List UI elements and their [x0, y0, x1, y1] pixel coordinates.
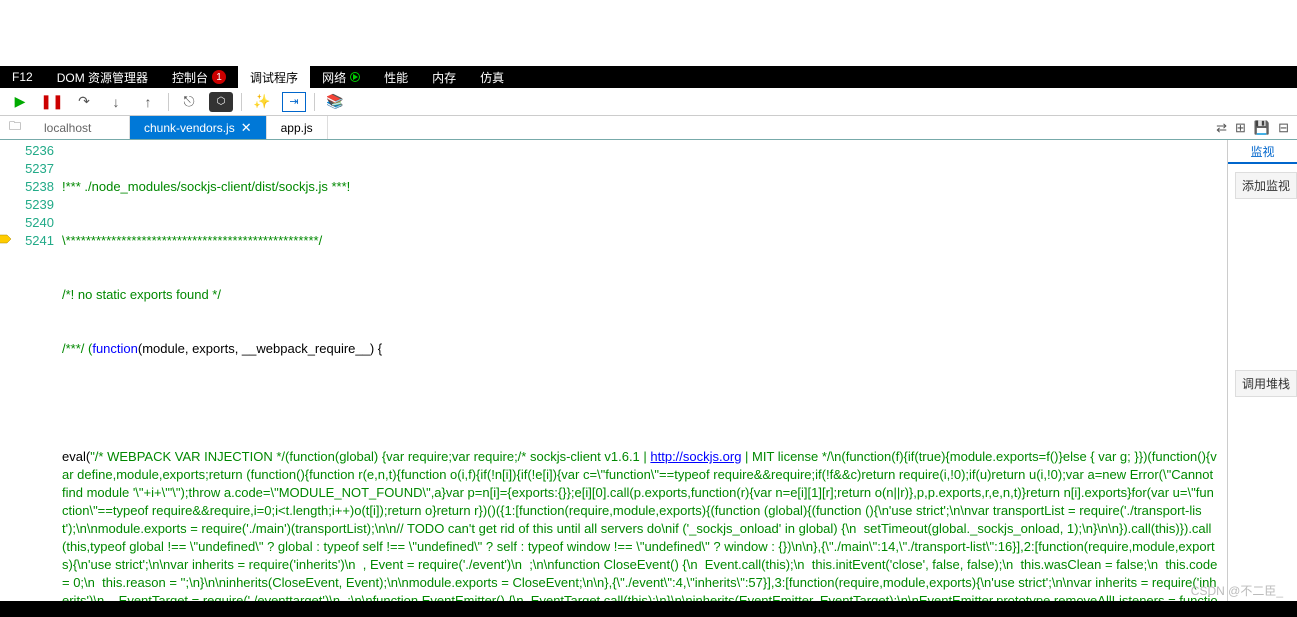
pretty-print-icon[interactable]: ⊞ [1235, 120, 1246, 136]
code-line: /*! no static exports found */ [62, 286, 1219, 304]
file-tab[interactable]: app.js [267, 116, 328, 139]
tab-network-label: 网络 [322, 69, 346, 86]
watch-tab[interactable]: 监视 [1228, 140, 1297, 164]
wand-button[interactable]: ✨ [250, 92, 274, 112]
pause-button[interactable]: ❚❚ [40, 92, 64, 112]
main-area: 523652375238523952405241 !*** ./node_mod… [0, 140, 1297, 601]
library-code-button[interactable]: 📚 [323, 92, 347, 112]
toolbar-separator [314, 93, 315, 111]
step-over-button[interactable]: ↷ [72, 92, 96, 112]
console-error-badge: 1 [212, 70, 226, 84]
file-tab-active[interactable]: chunk-vendors.js ✕ [130, 116, 267, 139]
code-line [62, 394, 1219, 412]
tab-memory[interactable]: 内存 [420, 66, 468, 88]
tab-debugger[interactable]: 调试程序 [238, 66, 310, 88]
break-new-worker-button[interactable]: ⎋ [177, 92, 201, 112]
file-tab-label: chunk-vendors.js [144, 121, 235, 135]
tab-performance[interactable]: 性能 [372, 66, 420, 88]
watermark: CSDN @不二臣_ [1191, 582, 1283, 599]
continue-button[interactable]: ▶ [8, 92, 32, 112]
file-tabs-bar: 🗀 localhost chunk-vendors.js ✕ app.js ⇄ … [0, 116, 1297, 140]
tab-network[interactable]: 网络 [310, 66, 372, 88]
folder-icon[interactable]: 🗀 [0, 116, 30, 139]
code-content[interactable]: !*** ./node_modules/sockjs-client/dist/s… [62, 140, 1227, 601]
settings-icon[interactable]: ⊟ [1278, 120, 1289, 136]
toolbar-separator [241, 93, 242, 111]
current-line-arrow-icon [0, 232, 12, 246]
tab-emulation[interactable]: 仿真 [468, 66, 516, 88]
tab-console-label: 控制台 [172, 69, 208, 86]
debugger-toolbar: ▶ ❚❚ ↷ ↓ ↑ ⎋ ⬡ ✨ ⇥ 📚 [0, 88, 1297, 116]
taskbar [0, 601, 1297, 617]
breakpoint-gutter[interactable] [0, 140, 12, 601]
code-line: eval("/* WEBPACK VAR INJECTION */(functi… [62, 448, 1219, 601]
devtools-tabs: F12 DOM 资源管理器 控制台 1 调试程序 网络 性能 内存 仿真 [0, 66, 1297, 88]
code-line: /***/ (function(module, exports, __webpa… [62, 340, 1219, 358]
sockjs-link[interactable]: http://sockjs.org [650, 449, 741, 464]
line-number-gutter[interactable]: 523652375238523952405241 [12, 140, 62, 601]
code-line: !*** ./node_modules/sockjs-client/dist/s… [62, 178, 1219, 196]
step-into-button[interactable]: ↓ [104, 92, 128, 112]
browser-chrome-area [0, 0, 1297, 66]
tab-dom-explorer[interactable]: DOM 资源管理器 [45, 66, 160, 88]
word-wrap-button[interactable]: ⇥ [282, 92, 306, 112]
tab-console[interactable]: 控制台 1 [160, 66, 238, 88]
file-tabs-right-icons: ⇄ ⊞ 💾 ⊟ [1216, 116, 1297, 139]
network-record-icon [350, 72, 360, 82]
code-line: \***************************************… [62, 232, 1219, 250]
tab-f12[interactable]: F12 [0, 66, 45, 88]
add-watch-button[interactable]: 添加监视 [1235, 172, 1297, 199]
host-tab[interactable]: localhost [30, 116, 130, 139]
code-editor[interactable]: 523652375238523952405241 !*** ./node_mod… [0, 140, 1227, 601]
compare-icon[interactable]: ⇄ [1216, 120, 1227, 136]
close-icon[interactable]: ✕ [241, 120, 252, 136]
exception-behavior-button[interactable]: ⬡ [209, 92, 233, 112]
save-icon[interactable]: 💾 [1254, 120, 1270, 136]
step-out-button[interactable]: ↑ [136, 92, 160, 112]
callstack-header[interactable]: 调用堆栈 [1235, 370, 1297, 397]
toolbar-separator [168, 93, 169, 111]
